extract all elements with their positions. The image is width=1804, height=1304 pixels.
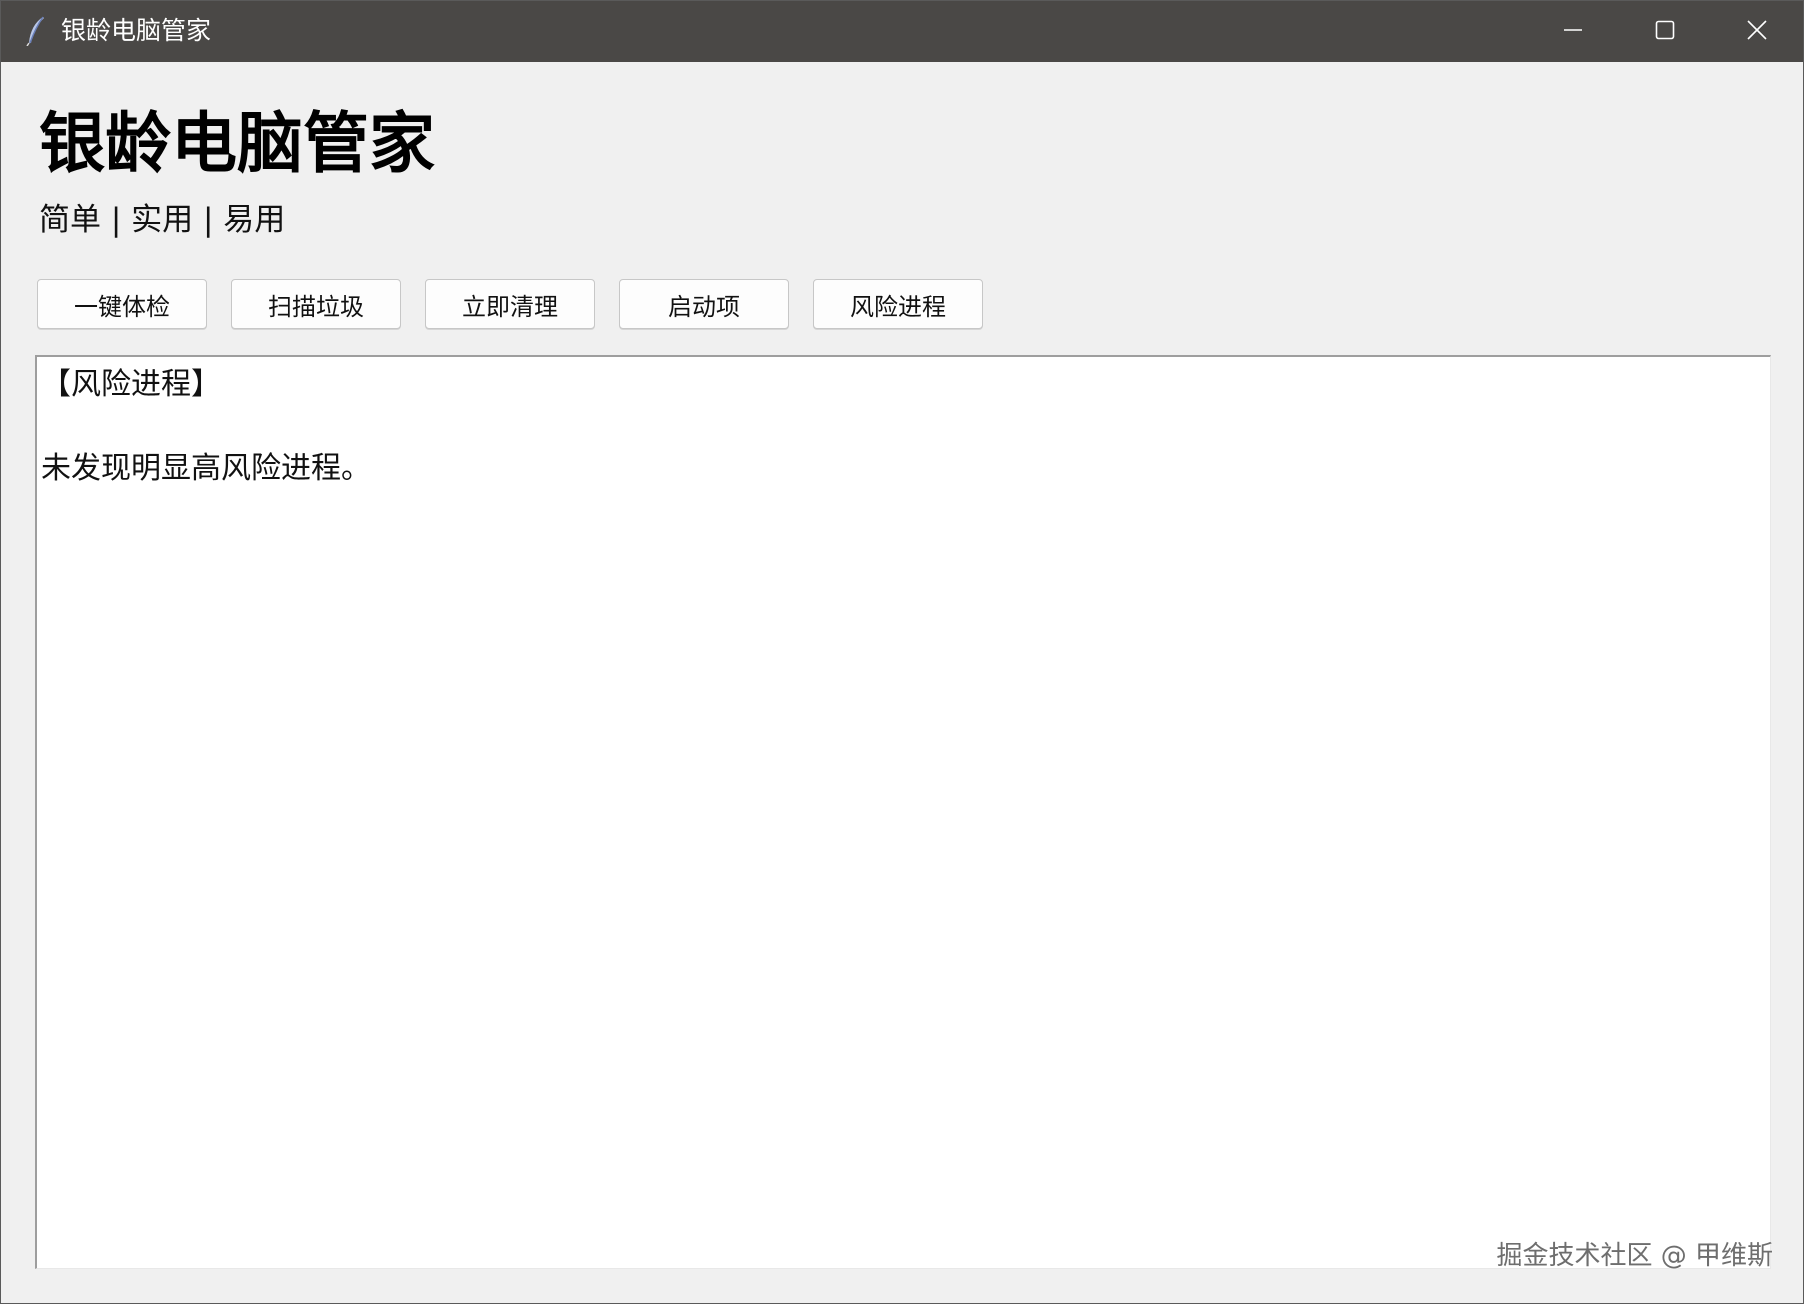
close-button[interactable] <box>1711 1 1803 62</box>
risk-process-button[interactable]: 风险进程 <box>813 279 983 329</box>
feather-icon <box>25 16 47 47</box>
output-textarea[interactable]: 【风险进程】 未发现明显高风险进程。 <box>35 355 1771 1269</box>
clean-now-button[interactable]: 立即清理 <box>425 279 595 329</box>
scan-junk-button[interactable]: 扫描垃圾 <box>231 279 401 329</box>
output-heading: 【风险进程】 <box>41 367 221 402</box>
minimize-icon <box>1563 20 1583 44</box>
app-window: 银龄电脑管家 银龄电脑管家 简单 | 实用 | 易用 一键体检 扫描垃圾 立即清… <box>0 0 1804 1304</box>
page-subtitle: 简单 | 实用 | 易用 <box>39 202 286 238</box>
maximize-button[interactable] <box>1619 1 1711 62</box>
window-title: 银龄电脑管家 <box>61 16 212 45</box>
startup-items-button[interactable]: 启动项 <box>619 279 789 329</box>
health-check-button[interactable]: 一键体检 <box>37 279 207 329</box>
title-bar[interactable]: 银龄电脑管家 <box>1 1 1803 62</box>
minimize-button[interactable] <box>1527 1 1619 62</box>
maximize-icon <box>1655 20 1675 44</box>
watermark: 掘金技术社区 @ 甲维斯 <box>1496 1241 1773 1271</box>
page-title: 银龄电脑管家 <box>39 105 435 182</box>
close-icon <box>1746 19 1768 45</box>
output-message: 未发现明显高风险进程。 <box>41 451 371 486</box>
